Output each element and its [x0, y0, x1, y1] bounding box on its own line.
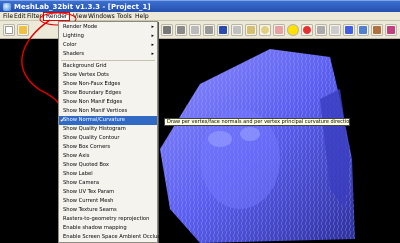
menu-item-show-label[interactable]: Show Label: [59, 170, 157, 179]
menu-item-show-current-mesh[interactable]: Show Current Mesh: [59, 197, 157, 206]
menu-item-show-boundary-edges[interactable]: Show Boundary Edges: [59, 89, 157, 98]
menu-separator: [61, 60, 155, 61]
menu-item-enable-shadow-mapping[interactable]: Enable shadow mapping: [59, 224, 157, 233]
submenu-lighting[interactable]: Lighting ▸: [59, 32, 157, 41]
menu-item-show-uv-tex-param[interactable]: Show UV Tex Param: [59, 188, 157, 197]
menu-item-show-non-manif-edges[interactable]: Show Non Manif Edges: [59, 98, 157, 107]
submenu-render-mode[interactable]: Render Mode ▸: [59, 23, 157, 32]
menu-item-show-normal-curvature[interactable]: ✔ Show Normal/Curvature: [59, 116, 157, 125]
menu-item-show-box-corners[interactable]: Show Box Corners: [59, 143, 157, 152]
tooltip: Draw per vertex/face normals and per ver…: [164, 118, 355, 126]
menu-item-show-camera[interactable]: Show Camera: [59, 179, 157, 188]
checkmark-icon: ✔: [60, 117, 66, 124]
menu-item-show-quoted-box[interactable]: Show Quoted Box: [59, 161, 157, 170]
submenu-shaders[interactable]: Shaders ▸: [59, 50, 157, 59]
menu-item-enable-ssao[interactable]: Enable Screen Space Ambient Occlusion: [59, 233, 168, 242]
menu-item-show-vertex-dots[interactable]: Show Vertex Dots: [59, 71, 157, 80]
menu-item-show-non-faux-edges[interactable]: Show Non-Faux Edges: [59, 80, 157, 89]
menu-item-show-quality-histogram[interactable]: Show Quality Histogram: [59, 125, 157, 134]
menu-item-background-grid[interactable]: Background Grid: [59, 62, 157, 71]
menu-item-show-non-manif-vertices[interactable]: Show Non Manif Vertices: [59, 107, 157, 116]
submenu-color[interactable]: Color ▸: [59, 41, 157, 50]
menu-item-rasters-reprojection[interactable]: Rasters-to-geometry reprojection: [59, 215, 157, 224]
render-menu-dropdown: Render Mode ▸ Lighting ▸ Color ▸ Shaders ▸ B…: [58, 21, 168, 243]
menu-item-show-texture-seams[interactable]: Show Texture Seams: [59, 206, 157, 215]
menu-item-show-quality-contour[interactable]: Show Quality Contour: [59, 134, 157, 143]
menu-item-label: Show Normal/Curvature: [63, 117, 125, 123]
menu-item-show-axis[interactable]: Show Axis: [59, 152, 157, 161]
